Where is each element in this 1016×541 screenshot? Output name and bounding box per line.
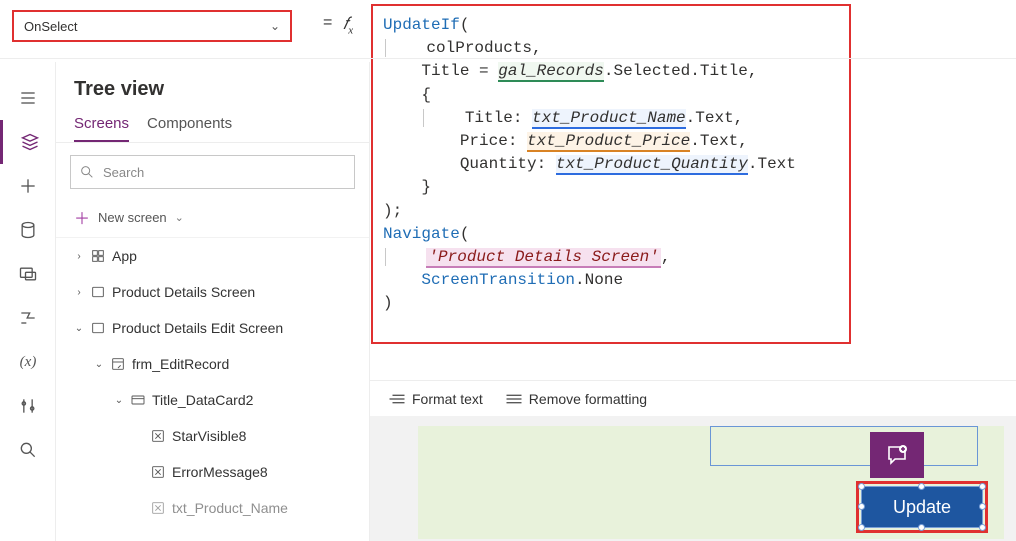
canvas-area: Update	[370, 416, 1016, 541]
ref-gal-records: gal_Records	[498, 62, 604, 82]
search-icon	[79, 164, 95, 180]
new-screen-button[interactable]: ＋ New screen ⌄	[56, 197, 369, 238]
tree-node-form[interactable]: ⌄ frm_EditRecord	[56, 346, 369, 382]
resize-handle[interactable]	[918, 483, 925, 490]
search-placeholder: Search	[103, 165, 144, 180]
tab-components[interactable]: Components	[147, 115, 232, 142]
screen-icon	[90, 284, 106, 300]
resize-handle[interactable]	[918, 524, 925, 531]
tree-view-panel: Tree view Screens Components Search ＋ Ne…	[56, 62, 370, 541]
update-button-label: Update	[893, 497, 951, 518]
tree-node-control[interactable]: ErrorMessage8	[56, 454, 369, 490]
formula-toolbar: Format text Remove formatting	[370, 380, 1016, 416]
fn-updateif: UpdateIf	[383, 16, 460, 34]
ref-screen: 'Product Details Screen'	[426, 248, 660, 268]
ref-txt-price: txt_Product_Price	[527, 132, 690, 152]
media-icon[interactable]	[0, 252, 56, 296]
tree-node-app[interactable]: › App	[56, 238, 369, 274]
hamburger-icon[interactable]	[0, 76, 56, 120]
tree-node-screen[interactable]: ⌄ Product Details Edit Screen	[56, 310, 369, 346]
data-icon[interactable]	[0, 208, 56, 252]
divider	[0, 58, 1016, 59]
tree-title: Tree view	[56, 72, 369, 107]
variables-icon[interactable]: (x)	[0, 340, 56, 384]
formula-collection: colProducts	[426, 39, 532, 57]
search-rail-icon[interactable]	[0, 428, 56, 472]
new-screen-label: New screen	[98, 210, 167, 225]
ref-txt-qty: txt_Product_Quantity	[556, 155, 748, 175]
control-icon	[150, 464, 166, 480]
chevron-down-icon: ⌄	[175, 211, 184, 224]
property-dropdown-value: OnSelect	[24, 19, 77, 34]
format-text-icon	[388, 392, 406, 406]
resize-handle[interactable]	[979, 483, 986, 490]
remove-formatting-icon	[505, 392, 523, 406]
left-rail: (x)	[0, 62, 56, 541]
remove-formatting-button[interactable]: Remove formatting	[505, 391, 647, 407]
app-icon	[90, 248, 106, 264]
text-input-outline[interactable]	[710, 426, 978, 466]
comment-badge[interactable]	[870, 432, 924, 478]
control-icon	[150, 428, 166, 444]
tree-node-screen[interactable]: › Product Details Screen	[56, 274, 369, 310]
formula-editor[interactable]: UpdateIf( colProducts, Title = gal_Recor…	[371, 4, 851, 344]
equals-sign: =	[323, 14, 332, 32]
screen-icon	[90, 320, 106, 336]
fx-icon: 𝑓x	[343, 14, 353, 36]
tree-node-control[interactable]: StarVisible8	[56, 418, 369, 454]
form-icon	[110, 356, 126, 372]
canvas-screen[interactable]: Update	[418, 426, 1004, 539]
tab-screens[interactable]: Screens	[74, 115, 129, 142]
fn-navigate: Navigate	[383, 225, 460, 243]
resize-handle[interactable]	[858, 524, 865, 531]
insert-icon[interactable]	[0, 164, 56, 208]
control-icon	[150, 500, 166, 516]
tree-node-card[interactable]: ⌄ Title_DataCard2	[56, 382, 369, 418]
resize-handle[interactable]	[858, 503, 865, 510]
card-icon	[130, 392, 146, 408]
format-text-button[interactable]: Format text	[388, 391, 483, 407]
search-input[interactable]: Search	[70, 155, 355, 189]
tree-node-control[interactable]: txt_Product_Name	[56, 490, 369, 526]
property-dropdown[interactable]: OnSelect ⌄	[12, 10, 292, 42]
plus-icon: ＋	[74, 205, 90, 229]
resize-handle[interactable]	[979, 524, 986, 531]
chevron-down-icon: ⌄	[270, 19, 280, 33]
update-button[interactable]: Update	[861, 486, 983, 528]
ref-txt-name: txt_Product_Name	[532, 109, 686, 129]
tools-icon[interactable]	[0, 384, 56, 428]
tree-view-icon[interactable]	[0, 120, 56, 164]
resize-handle[interactable]	[979, 503, 986, 510]
comment-plus-icon	[885, 443, 909, 467]
resize-handle[interactable]	[858, 483, 865, 490]
formula-cond-field: Title	[421, 62, 469, 80]
flows-icon[interactable]	[0, 296, 56, 340]
selected-button-highlight: Update	[856, 481, 988, 533]
tree-tabs: Screens Components	[56, 107, 369, 143]
